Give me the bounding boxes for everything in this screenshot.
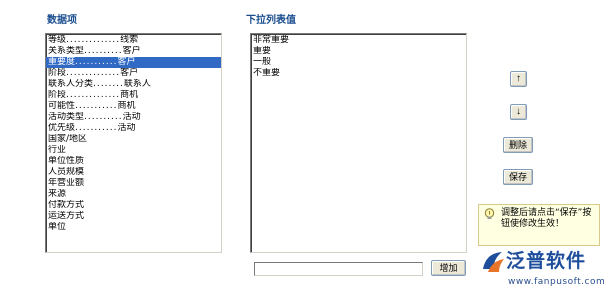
tip-text: 调整后请点击“保存”按钮使修改生效！: [501, 208, 592, 229]
data-item-option[interactable]: 联系人分类........联系人: [46, 79, 221, 90]
data-item-type: 联系人: [123, 79, 151, 89]
data-item-name: 可能性: [48, 101, 76, 111]
data-item-name: 单位性质: [48, 156, 85, 166]
data-item-type: 客户: [120, 68, 139, 78]
move-down-button[interactable]: ↓: [510, 104, 527, 120]
data-item-name: 阶段: [48, 68, 67, 78]
data-item-option[interactable]: 重要度...........客户: [46, 57, 221, 68]
data-item-option[interactable]: 人员规模: [46, 167, 221, 178]
data-item-name: 行业: [48, 145, 67, 155]
logo-brand-name: 泛普软件: [506, 250, 587, 272]
data-item-name: 重要度: [48, 57, 76, 67]
new-value-input[interactable]: [254, 262, 423, 276]
data-item-name: 活动类型: [48, 112, 85, 122]
data-item-type: 线索: [120, 35, 139, 45]
data-item-type: 客户: [117, 57, 136, 67]
data-item-name: 联系人分类: [48, 79, 94, 89]
data-item-option[interactable]: 单位性质: [46, 156, 221, 167]
data-item-option[interactable]: 运送方式: [46, 211, 221, 222]
data-item-option[interactable]: 阶段..............客户: [46, 68, 221, 79]
dropdown-values-listbox[interactable]: 非常重要 重要 一般 不重要: [250, 33, 467, 253]
data-item-name: 运送方式: [48, 211, 85, 221]
data-item-type: 活动: [122, 112, 141, 122]
logo-url: www.fanpusoft.com: [508, 277, 606, 287]
dropdown-config-page: 数据项 等级..............线索 关系类型..........客户 重要…: [0, 0, 610, 298]
data-item-option[interactable]: 行业: [46, 145, 221, 156]
data-item-name: 年营业额: [48, 178, 85, 188]
dropdown-values-title: 下拉列表值: [246, 15, 296, 26]
data-item-option[interactable]: 来源: [46, 189, 221, 200]
lightbulb-icon: [484, 208, 495, 219]
data-item-option[interactable]: 可能性...........商机: [46, 101, 221, 112]
data-item-name: 关系类型: [48, 46, 85, 56]
data-item-dots: ...........: [75, 101, 118, 111]
data-item-name: 付款方式: [48, 200, 85, 210]
data-items-title: 数据项: [47, 15, 77, 26]
data-item-option[interactable]: 阶段..............商机: [46, 90, 221, 101]
data-item-option[interactable]: 单位: [46, 222, 221, 233]
data-item-option[interactable]: 年营业额: [46, 178, 221, 189]
data-items-listbox[interactable]: 等级..............线索 关系类型..........客户 重要度...…: [45, 33, 222, 253]
fanpusoft-logo: 泛普软件 www.fanpusoft.com: [478, 247, 606, 295]
data-item-option[interactable]: 付款方式: [46, 200, 221, 211]
data-item-option[interactable]: 关系类型..........客户: [46, 46, 221, 57]
data-item-dots: ..........: [84, 46, 123, 56]
logo-mark-icon: [483, 252, 504, 272]
save-button[interactable]: 保存: [503, 169, 533, 185]
data-item-name: 阶段: [48, 90, 67, 100]
tip-box: 调整后请点击“保存”按钮使修改生效！: [478, 204, 600, 246]
dropdown-value-option[interactable]: 非常重要: [251, 35, 466, 46]
data-item-option[interactable]: 国家/地区: [46, 134, 221, 145]
data-item-dots: ..............: [66, 35, 121, 45]
move-up-button[interactable]: ↑: [510, 71, 527, 87]
data-item-option[interactable]: 活动类型..........活动: [46, 112, 221, 123]
add-button[interactable]: 增加: [431, 260, 466, 276]
data-item-type: 商机: [117, 101, 136, 111]
data-item-name: 优先级: [48, 123, 76, 133]
dropdown-value-option[interactable]: 一般: [251, 57, 466, 68]
data-item-name: 来源: [48, 189, 67, 199]
arrow-up-icon: ↑: [516, 73, 521, 84]
data-item-type: 活动: [117, 123, 136, 133]
data-item-option[interactable]: 等级..............线索: [46, 35, 221, 46]
data-items-list: 等级..............线索 关系类型..........客户 重要度...…: [46, 34, 221, 233]
arrow-down-icon: ↓: [516, 106, 521, 117]
data-item-dots: ..............: [66, 90, 121, 100]
data-item-name: 人员规模: [48, 167, 85, 177]
data-item-dots: ..........: [84, 112, 123, 122]
dropdown-value-option[interactable]: 不重要: [251, 68, 466, 79]
data-item-option[interactable]: 优先级...........活动: [46, 123, 221, 134]
delete-button[interactable]: 删除: [503, 137, 533, 153]
data-item-dots: ...........: [75, 123, 118, 133]
data-item-dots: ..............: [66, 68, 121, 78]
data-item-name: 等级: [48, 35, 67, 45]
dropdown-value-option[interactable]: 重要: [251, 46, 466, 57]
data-item-name: 单位: [48, 222, 67, 232]
dropdown-values-list: 非常重要 重要 一般 不重要: [251, 34, 466, 79]
data-item-name: 国家/地区: [48, 134, 88, 144]
data-item-dots: ...........: [75, 57, 118, 67]
data-item-dots: ........: [93, 79, 124, 89]
data-item-type: 客户: [122, 46, 141, 56]
data-item-type: 商机: [120, 90, 139, 100]
